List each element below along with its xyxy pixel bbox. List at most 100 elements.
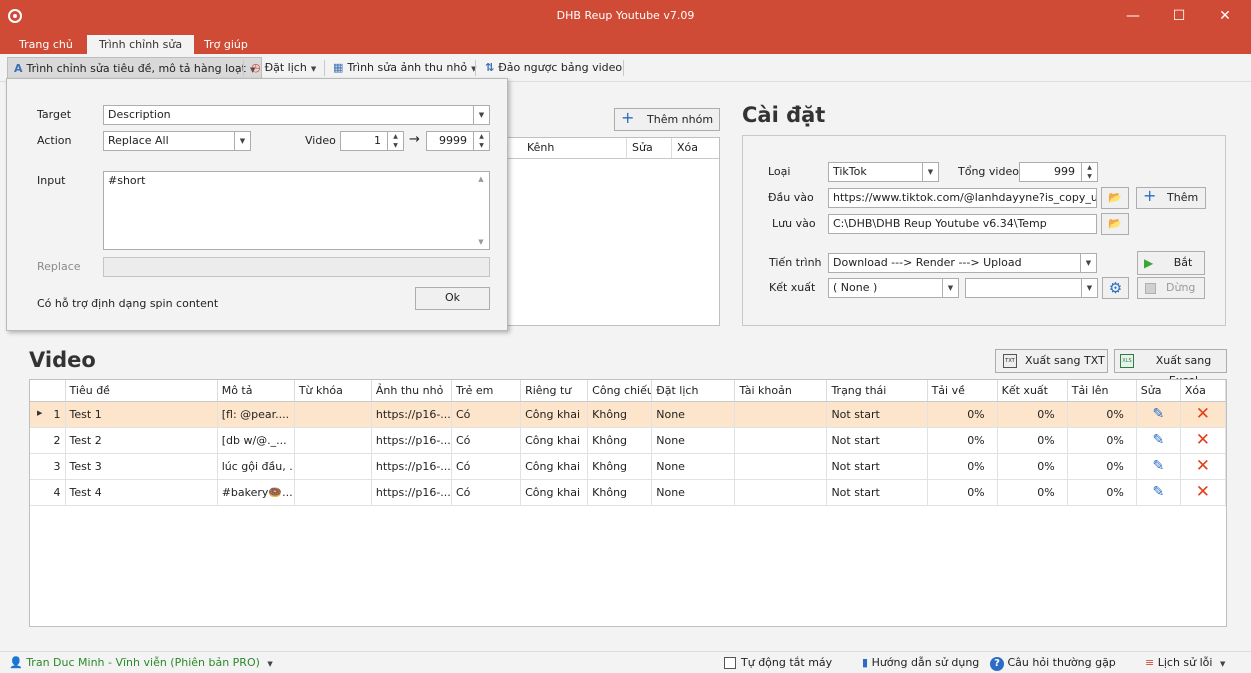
faq-link[interactable]: ? Câu hỏi thường gặp bbox=[990, 656, 1116, 671]
edit-pencil-icon[interactable]: ✎ bbox=[1136, 479, 1181, 506]
column-header-status[interactable]: Trạng thái bbox=[826, 380, 928, 402]
cell-kids[interactable]: Có bbox=[451, 453, 522, 480]
delete-x-icon[interactable]: ✕ bbox=[1180, 401, 1227, 428]
export-txt-button[interactable]: TXT Xuất sang TXT bbox=[995, 349, 1108, 373]
target-select[interactable]: Description ▼ bbox=[103, 105, 490, 125]
close-button[interactable]: ✕ bbox=[1202, 0, 1248, 32]
column-header-kids[interactable]: Trẻ em bbox=[451, 380, 522, 402]
edit-pencil-icon[interactable]: ✎ bbox=[1136, 427, 1181, 454]
cell-thumbnail[interactable]: https://p16-... bbox=[371, 453, 453, 480]
cell-keywords[interactable] bbox=[294, 427, 372, 454]
column-header-edit[interactable]: Sửa bbox=[1136, 380, 1181, 402]
video-table[interactable]: Tiêu đề Mô tả Từ khóa Ảnh thu nhỏ Trẻ em… bbox=[29, 379, 1227, 627]
browse-input-button[interactable]: 📂 bbox=[1101, 187, 1129, 209]
chevron-down-icon[interactable]: ▼ bbox=[1081, 279, 1097, 297]
tab-home[interactable]: Trang chủ bbox=[7, 35, 85, 54]
chevron-down-icon[interactable]: ▼ bbox=[922, 163, 938, 181]
table-row[interactable]: 3 Test 3 lúc gội đầu, ... https://p16-... Có… bbox=[30, 453, 1227, 480]
textarea-scrollbar[interactable]: ▲ ▼ bbox=[473, 172, 489, 249]
cell-status[interactable]: Not start bbox=[826, 401, 928, 428]
cell-thumbnail[interactable]: https://p16-... bbox=[371, 401, 453, 428]
cell-render[interactable]: 0% bbox=[997, 427, 1068, 454]
export-preset-select[interactable]: ▼ bbox=[965, 278, 1098, 298]
cell-title[interactable]: Test 2 bbox=[65, 427, 218, 454]
table-row[interactable]: 1 Test 1 [fl: @pear.... https://p16-... Có Cô… bbox=[30, 401, 1227, 428]
cell-download[interactable]: 0% bbox=[927, 479, 998, 506]
cell-kids[interactable]: Có bbox=[451, 479, 522, 506]
cell-description[interactable]: [fl: @pear.... bbox=[217, 401, 295, 428]
replace-field[interactable] bbox=[103, 257, 490, 277]
add-group-button[interactable]: + Thêm nhóm bbox=[614, 108, 720, 131]
delete-x-icon[interactable]: ✕ bbox=[1180, 453, 1227, 480]
export-excel-button[interactable]: XLS Xuất sang Excel bbox=[1114, 349, 1227, 387]
cell-status[interactable]: Not start bbox=[826, 427, 928, 454]
cell-account[interactable] bbox=[734, 479, 828, 506]
type-select[interactable]: TikTok ▼ bbox=[828, 162, 939, 182]
table-row[interactable]: 2 Test 2 [db w/@._... https://p16-... Có Công… bbox=[30, 427, 1227, 454]
column-header-title[interactable]: Tiêu đề bbox=[65, 380, 218, 402]
browse-output-button[interactable]: 📂 bbox=[1101, 213, 1129, 235]
spin-up-icon[interactable]: ▲ bbox=[474, 132, 489, 141]
cell-render[interactable]: 0% bbox=[997, 479, 1068, 506]
total-video-spinner[interactable]: 999 ▲ ▼ bbox=[1019, 162, 1098, 182]
cell-premiere[interactable]: Không bbox=[587, 427, 653, 454]
minimize-button[interactable]: — bbox=[1110, 0, 1156, 32]
export-settings-button[interactable]: ⚙ bbox=[1102, 277, 1129, 299]
tab-editor[interactable]: Trình chỉnh sửa bbox=[87, 35, 195, 54]
cell-thumbnail[interactable]: https://p16-... bbox=[371, 427, 453, 454]
column-header-schedule[interactable]: Đặt lịch bbox=[651, 380, 736, 402]
column-header-upload[interactable]: Tải lên bbox=[1067, 380, 1137, 402]
auto-shutdown-checkbox[interactable]: Tự động tắt máy bbox=[724, 656, 832, 669]
input-source-field[interactable]: https://www.tiktok.com/@lanhdayyne?is_co… bbox=[828, 188, 1097, 208]
cell-title[interactable]: Test 1 bbox=[65, 401, 218, 428]
start-button[interactable]: ▶ Bắt đầu bbox=[1137, 251, 1205, 289]
action-select[interactable]: Replace All ▼ bbox=[103, 131, 251, 151]
video-from-spinner[interactable]: 1 ▲ ▼ bbox=[340, 131, 404, 151]
spin-down-icon[interactable]: ▼ bbox=[1082, 172, 1097, 181]
cell-upload[interactable]: 0% bbox=[1067, 427, 1137, 454]
cell-keywords[interactable] bbox=[294, 479, 372, 506]
spin-down-icon[interactable]: ▼ bbox=[388, 141, 403, 150]
cell-schedule[interactable]: None bbox=[651, 453, 736, 480]
column-header-channel[interactable]: Kênh bbox=[527, 141, 554, 154]
delete-x-icon[interactable]: ✕ bbox=[1180, 479, 1227, 506]
column-header-description[interactable]: Mô tả bbox=[217, 380, 295, 402]
edit-pencil-icon[interactable]: ✎ bbox=[1136, 401, 1181, 428]
add-input-button[interactable]: + Thêm bbox=[1136, 186, 1206, 209]
cell-privacy[interactable]: Công khai bbox=[520, 453, 589, 480]
cell-account[interactable] bbox=[734, 453, 828, 480]
cell-kids[interactable]: Có bbox=[451, 401, 522, 428]
cell-keywords[interactable] bbox=[294, 401, 372, 428]
cell-keywords[interactable] bbox=[294, 453, 372, 480]
cell-description[interactable]: [db w/@._... bbox=[217, 427, 295, 454]
bulk-edit-button[interactable]: A Trình chỉnh sửa tiêu đề, mô tả hàng loạ… bbox=[7, 57, 263, 79]
spin-up-icon[interactable]: ▲ bbox=[1082, 163, 1097, 172]
tab-help[interactable]: Trợ giúp bbox=[192, 35, 260, 54]
cell-privacy[interactable]: Công khai bbox=[520, 401, 589, 428]
chevron-down-icon[interactable]: ▼ bbox=[234, 132, 250, 150]
column-header-account[interactable]: Tài khoản bbox=[734, 380, 828, 402]
delete-x-icon[interactable]: ✕ bbox=[1180, 427, 1227, 454]
reverse-table-button[interactable]: ⇅ Đảo ngược bảng video bbox=[479, 57, 628, 79]
column-header-privacy[interactable]: Riêng tư bbox=[520, 380, 589, 402]
cell-premiere[interactable]: Không bbox=[587, 401, 653, 428]
table-row[interactable]: 4 Test 4 #bakery🍩... https://p16-... Có Công … bbox=[30, 479, 1227, 506]
cell-privacy[interactable]: Công khai bbox=[520, 427, 589, 454]
cell-download[interactable]: 0% bbox=[927, 453, 998, 480]
cell-kids[interactable]: Có bbox=[451, 427, 522, 454]
cell-upload[interactable]: 0% bbox=[1067, 479, 1137, 506]
save-to-field[interactable]: C:\DHB\DHB Reup Youtube v6.34\Temp bbox=[828, 214, 1097, 234]
cell-title[interactable]: Test 3 bbox=[65, 453, 218, 480]
error-log-menu[interactable]: ≡ Lịch sử lỗi ▼ bbox=[1145, 656, 1225, 669]
stop-button[interactable]: Dừng bbox=[1137, 277, 1205, 299]
column-header-download[interactable]: Tải về bbox=[927, 380, 998, 402]
export-select[interactable]: ( None ) ▼ bbox=[828, 278, 959, 298]
spin-up-icon[interactable]: ▲ bbox=[388, 132, 403, 141]
chevron-down-icon[interactable]: ▼ bbox=[942, 279, 958, 297]
column-header-keywords[interactable]: Từ khóa bbox=[294, 380, 372, 402]
cell-title[interactable]: Test 4 bbox=[65, 479, 218, 506]
maximize-button[interactable]: ☐ bbox=[1156, 0, 1202, 32]
cell-download[interactable]: 0% bbox=[927, 401, 998, 428]
cell-status[interactable]: Not start bbox=[826, 453, 928, 480]
cell-privacy[interactable]: Công khai bbox=[520, 479, 589, 506]
